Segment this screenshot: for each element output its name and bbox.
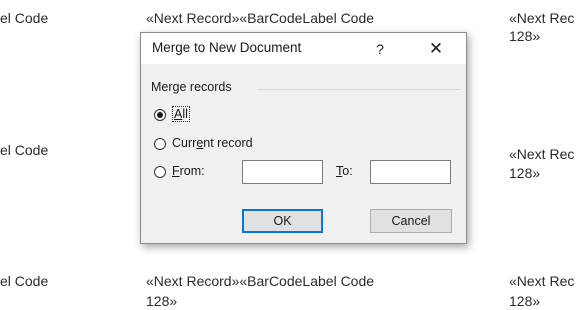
merge-records-group-label: Merge records: [151, 80, 232, 94]
ok-button[interactable]: OK: [242, 209, 323, 233]
merge-to-new-document-dialog: Merge to New Document ? ✕ Merge records …: [140, 32, 467, 244]
document-merge-field-right-1: «Next Rec: [509, 10, 575, 26]
document-merge-field-right-1-line2: 128»: [509, 28, 541, 44]
document-text-left-1: el Code: [0, 10, 49, 26]
radio-from-indicator[interactable]: [154, 166, 166, 178]
document-merge-field-row1: «Next Record»«BarCodeLabel Code: [146, 10, 375, 26]
radio-current-indicator[interactable]: [154, 138, 166, 150]
help-icon[interactable]: ?: [368, 37, 392, 61]
document-text-left-3: el Code: [0, 273, 49, 289]
dialog-title: Merge to New Document: [152, 40, 302, 55]
to-input[interactable]: [370, 160, 451, 184]
radio-all-indicator[interactable]: [154, 109, 166, 121]
to-label: To:: [336, 164, 353, 178]
document-merge-field-row3-line2: 128»: [146, 293, 178, 309]
document-merge-field-row3: «Next Record»«BarCodeLabel Code: [146, 273, 375, 289]
document-merge-field-right-2-line2: 128»: [509, 165, 541, 181]
document-text-left-2: el Code: [0, 142, 49, 158]
document-merge-field-right-2: «Next Rec: [509, 146, 575, 162]
group-divider: [257, 89, 460, 90]
dialog-titlebar[interactable]: Merge to New Document ? ✕: [141, 33, 466, 64]
document-merge-field-right-3: «Next Rec: [509, 273, 575, 289]
radio-current-label[interactable]: Current record: [172, 136, 253, 150]
document-merge-field-right-3-line2: 128»: [509, 293, 541, 309]
from-input[interactable]: [242, 160, 323, 184]
radio-all-label[interactable]: All: [172, 106, 190, 122]
radio-from-label[interactable]: From:: [172, 164, 205, 178]
cancel-button[interactable]: Cancel: [370, 209, 452, 233]
close-icon[interactable]: ✕: [422, 36, 450, 62]
